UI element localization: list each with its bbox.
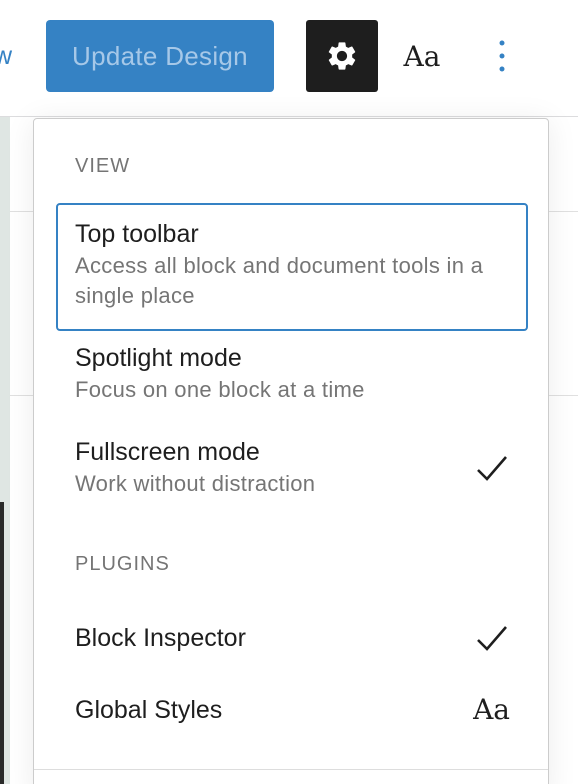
vertical-ellipsis-icon: [499, 40, 505, 72]
menu-item-top-toolbar[interactable]: Top toolbar Access all block and documen…: [56, 203, 528, 331]
editor-header: w Update Design Aa: [0, 0, 578, 116]
update-design-button[interactable]: Update Design: [46, 20, 274, 92]
canvas-panel-edge: [0, 502, 4, 784]
menu-item-title: Top toolbar: [75, 220, 199, 248]
editor-page: w Update Design Aa VIEW Top toolbar Acce…: [0, 0, 578, 784]
menu-item-title: Global Styles: [75, 696, 223, 724]
global-styles-button[interactable]: Aa: [396, 32, 448, 80]
menu-item-title: Fullscreen mode: [75, 438, 260, 466]
menu-item-description: Access all block and document tools in a…: [75, 253, 484, 308]
gear-icon: [328, 42, 356, 70]
checkmark-icon: [477, 456, 507, 481]
view-group-label: VIEW: [75, 155, 131, 177]
settings-button[interactable]: [306, 20, 378, 92]
more-options-menu: VIEW Top toolbar Access all block and do…: [33, 118, 549, 784]
menu-item-block-inspector[interactable]: Block Inspector: [56, 621, 528, 661]
plugins-group-label: PLUGINS: [75, 553, 170, 575]
menu-item-fullscreen-mode[interactable]: Fullscreen mode Work without distraction: [56, 435, 528, 509]
checkmark-icon: [477, 626, 507, 651]
menu-item-spotlight-mode[interactable]: Spotlight mode Focus on one block at a t…: [56, 341, 528, 415]
header-border: [0, 116, 578, 117]
menu-item-title: Block Inspector: [75, 624, 246, 652]
options-menu-button[interactable]: [484, 32, 520, 80]
menu-item-global-styles[interactable]: Global Styles Aa: [56, 693, 528, 733]
menu-item-title: Spotlight mode: [75, 344, 242, 372]
global-styles-icon: Aa: [473, 693, 510, 726]
menu-item-description: Work without distraction: [75, 471, 316, 496]
preview-link[interactable]: w: [0, 42, 13, 71]
menu-item-description: Focus on one block at a time: [75, 377, 365, 402]
menu-divider: [34, 769, 548, 770]
